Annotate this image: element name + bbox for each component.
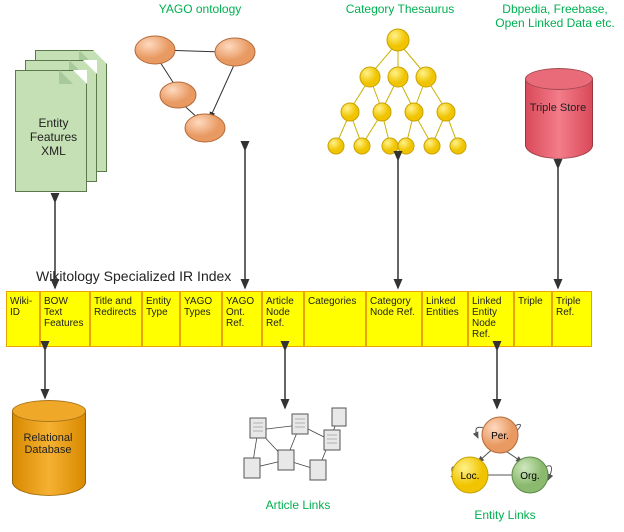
entity-features-xml-docs: Entity Features XML — [15, 50, 110, 200]
triple-store-label: Triple Store — [525, 102, 591, 114]
entity-features-xml-label: Entity Features XML — [26, 116, 81, 158]
entity-node-org: Org. — [520, 471, 539, 482]
triple-store-cylinder: Triple Store — [525, 68, 591, 158]
category-thesaurus-tree — [328, 29, 466, 154]
entity-node-loc: Loc. — [461, 471, 480, 482]
index-cell-entity-type: Entity Type — [142, 291, 180, 347]
label-category-thesaurus: Category Thesaurus — [330, 2, 470, 16]
index-cell-bow-text: BOW Text Features — [40, 291, 90, 347]
index-cell-linked-entity-node-ref: Linked Entity Node Ref. — [468, 291, 514, 347]
index-cell-triple: Triple — [514, 291, 552, 347]
label-article-links: Article Links — [253, 498, 343, 512]
index-title: Wikitology Specialized IR Index — [36, 268, 231, 284]
entity-node-per: Per. — [491, 431, 509, 442]
index-cell-categories: Categories — [304, 291, 366, 347]
index-cell-wiki-id: Wiki-ID — [6, 291, 40, 347]
label-linked-data-sources: Dbpedia, Freebase, Open Linked Data etc. — [490, 2, 620, 30]
index-cell-category-node-ref: Category Node Ref. — [366, 291, 422, 347]
index-cell-yago-ont-ref: YAGO Ont. Ref. — [222, 291, 262, 347]
index-cell-yago-types: YAGO Types — [180, 291, 222, 347]
index-bar: Wiki-ID BOW Text Features Title and Redi… — [6, 291, 592, 347]
index-cell-article-node-ref: Article Node Ref. — [262, 291, 304, 347]
index-cell-triple-ref: Triple Ref. — [552, 291, 592, 347]
index-cell-linked-entities: Linked Entities — [422, 291, 468, 347]
article-links-graph — [244, 408, 346, 480]
label-yago-ontology: YAGO ontology — [140, 2, 260, 16]
relational-db-cylinder: Relational Database — [12, 400, 84, 495]
label-entity-links: Entity Links — [460, 508, 550, 522]
entity-links-graph: Per. Loc. Org. — [452, 417, 552, 493]
yago-ontology-graph — [135, 36, 255, 142]
relational-db-label: Relational Database — [12, 432, 84, 456]
index-cell-title-redirects: Title and Redirects — [90, 291, 142, 347]
